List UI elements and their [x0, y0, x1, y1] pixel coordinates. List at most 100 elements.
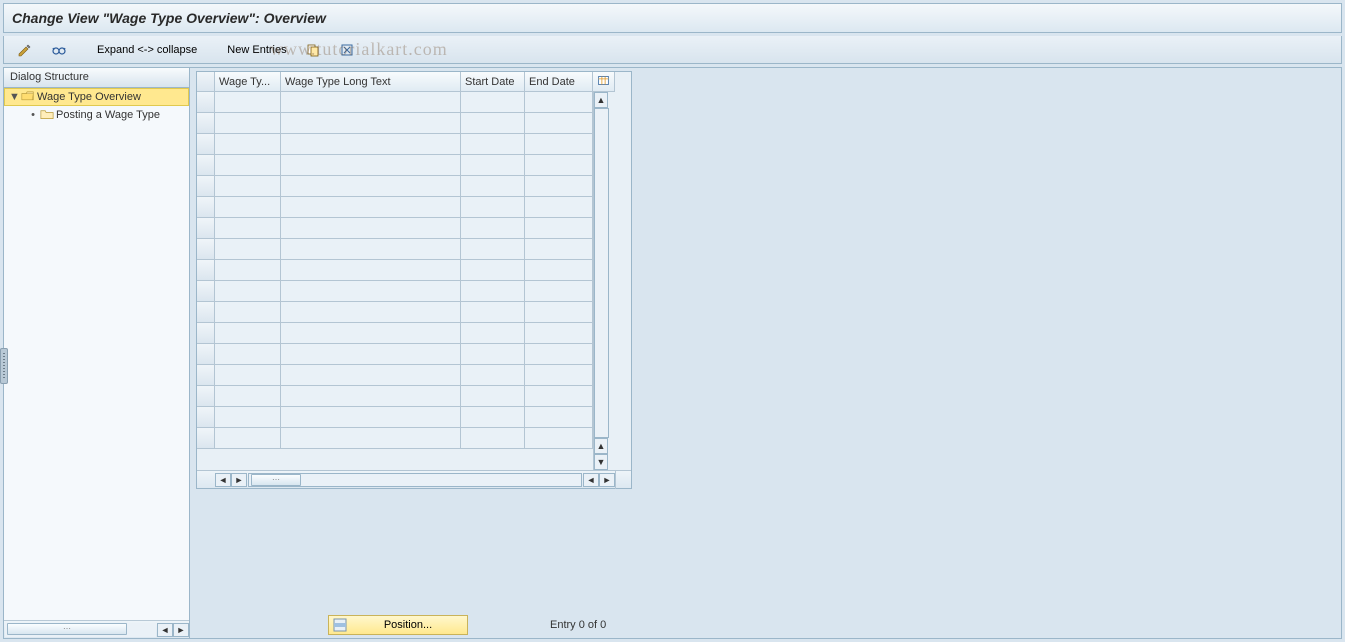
grid-vscroll-down-near-end-button[interactable]: ▲ — [594, 438, 608, 454]
grid-hscroll-right-button[interactable]: ► — [599, 473, 615, 487]
grid-configure-columns-button[interactable] — [593, 72, 615, 92]
table-row[interactable] — [197, 239, 593, 260]
cell-long-text[interactable] — [281, 176, 461, 197]
row-selector[interactable] — [197, 281, 215, 302]
cell-wage-type[interactable] — [215, 239, 281, 260]
tree-hscroll-left-button[interactable]: ◄ — [157, 623, 173, 637]
table-row[interactable] — [197, 197, 593, 218]
cell-end-date[interactable] — [525, 239, 593, 260]
cell-start-date[interactable] — [461, 323, 525, 344]
dialog-structure-tree[interactable]: ▼ Wage Type Overview • Posting a Wage Ty… — [4, 88, 189, 638]
cell-end-date[interactable] — [525, 260, 593, 281]
cell-end-date[interactable] — [525, 197, 593, 218]
table-row[interactable] — [197, 134, 593, 155]
cell-wage-type[interactable] — [215, 197, 281, 218]
new-entries-button[interactable]: New Entries — [220, 40, 293, 60]
table-row[interactable] — [197, 113, 593, 134]
cell-long-text[interactable] — [281, 218, 461, 239]
cell-wage-type[interactable] — [215, 155, 281, 176]
cell-start-date[interactable] — [461, 386, 525, 407]
grid-hscroll-track[interactable]: ⋯ — [248, 473, 582, 487]
copy-as-button[interactable] — [298, 40, 328, 60]
row-selector[interactable] — [197, 176, 215, 197]
cell-start-date[interactable] — [461, 176, 525, 197]
cell-long-text[interactable] — [281, 323, 461, 344]
delete-button[interactable] — [332, 40, 362, 60]
cell-wage-type[interactable] — [215, 92, 281, 113]
cell-long-text[interactable] — [281, 239, 461, 260]
tree-hscroll-right-button[interactable]: ► — [173, 623, 189, 637]
cell-long-text[interactable] — [281, 428, 461, 449]
cell-long-text[interactable] — [281, 113, 461, 134]
grid-vscroll-up-button[interactable]: ▲ — [594, 92, 608, 108]
row-selector[interactable] — [197, 386, 215, 407]
grid-vscroll-down-button[interactable]: ▼ — [594, 454, 608, 470]
cell-end-date[interactable] — [525, 218, 593, 239]
display-change-toggle-button[interactable] — [10, 40, 40, 60]
grid-vscroll-track[interactable] — [594, 108, 609, 438]
cell-long-text[interactable] — [281, 344, 461, 365]
cell-long-text[interactable] — [281, 365, 461, 386]
cell-long-text[interactable] — [281, 386, 461, 407]
table-row[interactable] — [197, 155, 593, 176]
grid-hscroll-right-step-button[interactable]: ► — [231, 473, 247, 487]
splitter-handle[interactable] — [0, 348, 8, 384]
cell-end-date[interactable] — [525, 281, 593, 302]
row-selector[interactable] — [197, 365, 215, 386]
cell-wage-type[interactable] — [215, 386, 281, 407]
cell-start-date[interactable] — [461, 302, 525, 323]
row-selector[interactable] — [197, 218, 215, 239]
cell-start-date[interactable] — [461, 344, 525, 365]
other-view-button[interactable] — [44, 40, 74, 60]
tree-node-wage-type-overview[interactable]: ▼ Wage Type Overview — [4, 88, 189, 106]
cell-start-date[interactable] — [461, 239, 525, 260]
cell-wage-type[interactable] — [215, 218, 281, 239]
cell-start-date[interactable] — [461, 92, 525, 113]
grid-vertical-scrollbar[interactable]: ▲ ▲ ▼ — [593, 92, 609, 470]
tree-hscroll-thumb[interactable]: ⋯ — [7, 623, 127, 635]
table-row[interactable] — [197, 323, 593, 344]
cell-wage-type[interactable] — [215, 323, 281, 344]
table-row[interactable] — [197, 92, 593, 113]
table-row[interactable] — [197, 302, 593, 323]
row-selector[interactable] — [197, 323, 215, 344]
cell-end-date[interactable] — [525, 176, 593, 197]
row-selector[interactable] — [197, 239, 215, 260]
cell-start-date[interactable] — [461, 155, 525, 176]
row-selector[interactable] — [197, 407, 215, 428]
cell-start-date[interactable] — [461, 218, 525, 239]
cell-start-date[interactable] — [461, 365, 525, 386]
cell-end-date[interactable] — [525, 407, 593, 428]
cell-wage-type[interactable] — [215, 365, 281, 386]
grid-col-header-start-date[interactable]: Start Date — [461, 72, 525, 92]
cell-end-date[interactable] — [525, 302, 593, 323]
cell-wage-type[interactable] — [215, 176, 281, 197]
cell-wage-type[interactable] — [215, 344, 281, 365]
cell-start-date[interactable] — [461, 113, 525, 134]
row-selector[interactable] — [197, 260, 215, 281]
cell-end-date[interactable] — [525, 155, 593, 176]
row-selector[interactable] — [197, 113, 215, 134]
cell-end-date[interactable] — [525, 92, 593, 113]
table-row[interactable] — [197, 176, 593, 197]
cell-start-date[interactable] — [461, 260, 525, 281]
cell-wage-type[interactable] — [215, 428, 281, 449]
cell-end-date[interactable] — [525, 365, 593, 386]
cell-long-text[interactable] — [281, 197, 461, 218]
row-selector[interactable] — [197, 134, 215, 155]
row-selector[interactable] — [197, 428, 215, 449]
cell-end-date[interactable] — [525, 428, 593, 449]
grid-hscroll-thumb[interactable]: ⋯ — [251, 474, 301, 486]
cell-long-text[interactable] — [281, 155, 461, 176]
position-button[interactable]: Position... — [328, 615, 468, 635]
cell-start-date[interactable] — [461, 428, 525, 449]
cell-long-text[interactable] — [281, 302, 461, 323]
table-row[interactable] — [197, 344, 593, 365]
table-row[interactable] — [197, 365, 593, 386]
cell-wage-type[interactable] — [215, 134, 281, 155]
row-selector[interactable] — [197, 302, 215, 323]
cell-long-text[interactable] — [281, 260, 461, 281]
row-selector[interactable] — [197, 155, 215, 176]
grid-horizontal-scrollbar[interactable]: ◄ ► ⋯ ◄ ► — [197, 470, 631, 488]
table-row[interactable] — [197, 407, 593, 428]
